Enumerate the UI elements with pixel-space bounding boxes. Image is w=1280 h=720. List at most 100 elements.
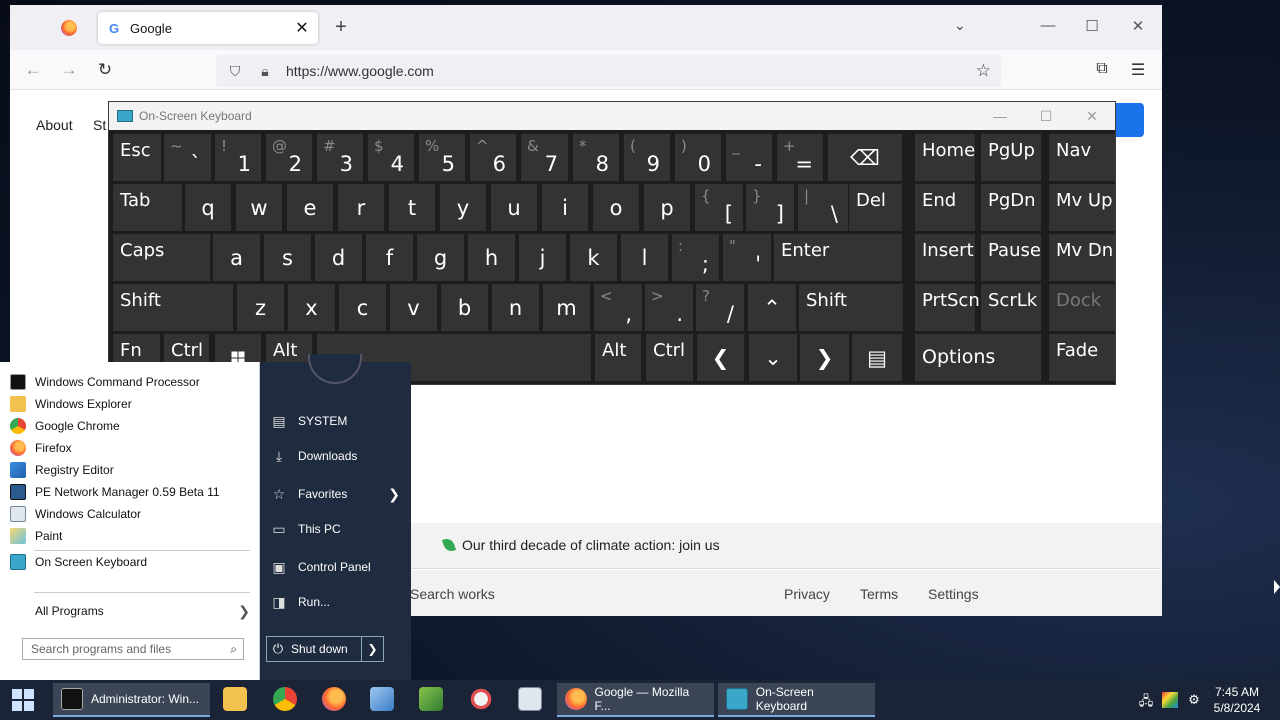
key-m[interactable]: m <box>543 284 590 331</box>
key-a[interactable]: a <box>213 234 260 281</box>
program-cmd[interactable]: Windows Command Processor <box>10 371 200 393</box>
key-7[interactable]: & 7 <box>521 134 568 181</box>
tab-google[interactable]: G Google ✕ <box>98 12 318 44</box>
key-9[interactable]: (9 <box>624 134 670 181</box>
key-8[interactable]: * 8 <box>573 134 619 181</box>
places-system[interactable]: ▤ SYSTEM <box>270 408 400 434</box>
new-tab-button[interactable]: + <box>330 15 352 39</box>
key-4[interactable]: $4 <box>368 134 414 181</box>
key-\[interactable]: | \ <box>798 184 848 231</box>
key-0[interactable]: ) 0 <box>675 134 721 181</box>
firefox-view-button[interactable] <box>54 15 84 41</box>
key-=[interactable]: + = <box>777 134 823 181</box>
key-q[interactable]: q <box>185 184 231 231</box>
maximize-icon[interactable]: ☐ <box>1082 17 1102 35</box>
places-favorites[interactable]: ☆ Favorites ❯ <box>270 481 400 507</box>
menu-hamburger-icon[interactable]: ☰ <box>1127 60 1149 80</box>
key-esc[interactable]: Esc <box>113 134 161 181</box>
taskbar-cmd-window[interactable]: Administrator: Win... <box>53 683 210 717</box>
program-osk[interactable]: On Screen Keyboard <box>10 551 147 573</box>
key-fade[interactable]: Fade <box>1049 334 1115 381</box>
program-regedit[interactable]: Registry Editor <box>10 459 114 481</box>
key-2[interactable]: @2 <box>266 134 312 181</box>
key-⌄[interactable]: ⌄ <box>749 334 797 381</box>
key-shift[interactable]: Shift <box>799 284 903 331</box>
close-icon[interactable]: ✕ <box>1069 108 1115 125</box>
network-tray-icon[interactable]: 🖧︎ <box>1138 692 1154 708</box>
key-5[interactable]: % 5 <box>419 134 465 181</box>
settings-link[interactable]: Settings <box>928 586 979 602</box>
key-[[interactable]: {[ <box>695 184 743 231</box>
paint-pinned-icon[interactable] <box>469 687 493 711</box>
editor-pinned-icon[interactable] <box>419 687 443 711</box>
key-home[interactable]: Home <box>915 134 975 181</box>
close-window-icon[interactable]: ✕ <box>1128 17 1148 35</box>
program-chrome[interactable]: Google Chrome <box>10 415 120 437</box>
lock-icon[interactable]: 🔒︎ <box>256 63 274 80</box>
maximize-icon[interactable]: ☐ <box>1023 108 1069 125</box>
key-.[interactable]: >. <box>645 284 693 331</box>
key-;[interactable]: :; <box>672 234 719 281</box>
key-pgup[interactable]: PgUp <box>981 134 1041 181</box>
key-prtscn[interactable]: PrtScn <box>915 284 980 331</box>
search-icon[interactable]: ⌕ <box>230 642 237 657</box>
key-tab[interactable]: Tab <box>113 184 182 231</box>
key-s[interactable]: s <box>264 234 311 281</box>
program-pe-network[interactable]: PE Network Manager 0.59 Beta 11 <box>10 481 220 503</box>
key-u[interactable]: u <box>491 184 537 231</box>
key-shift[interactable]: Shift <box>113 284 233 331</box>
key-,[interactable]: <, <box>594 284 642 331</box>
key-pause[interactable]: Pause <box>981 234 1041 281</box>
key-l[interactable]: l <box>621 234 668 281</box>
explorer-pinned-icon[interactable] <box>223 687 247 711</box>
places-downloads[interactable]: ⤓ Downloads <box>270 443 400 469</box>
key-ctrl[interactable]: Ctrl <box>646 334 693 381</box>
search-programs-input[interactable]: Search programs and files ⌕ <box>22 638 244 660</box>
key-options[interactable]: Options <box>915 334 1041 381</box>
key-mv-up[interactable]: Mv Up <box>1049 184 1115 231</box>
store-link[interactable]: St <box>93 117 106 133</box>
shutdown-options-chevron-icon[interactable]: ❯ <box>361 637 383 661</box>
clock[interactable]: 7:45 AM 5/8/2024 <box>1206 684 1268 716</box>
key--[interactable]: _ - <box>726 134 772 181</box>
key-z[interactable]: z <box>237 284 284 331</box>
key-end[interactable]: End <box>915 184 975 231</box>
key-'[interactable]: " ' <box>723 234 771 281</box>
key-e[interactable]: e <box>287 184 333 231</box>
program-firefox[interactable]: Firefox <box>10 437 72 459</box>
places-control-panel[interactable]: ▣ Control Panel <box>270 554 400 580</box>
key-n[interactable]: n <box>492 284 539 331</box>
all-programs-button[interactable]: All Programs ❯ <box>10 600 250 622</box>
key-nav[interactable]: Nav <box>1049 134 1115 181</box>
key-w[interactable]: w <box>236 184 282 231</box>
key-enter[interactable]: Enter <box>774 234 902 281</box>
osk-title-bar[interactable]: On-Screen Keyboard — ☐ ✕ <box>109 102 1115 130</box>
program-calculator[interactable]: Windows Calculator <box>10 503 141 525</box>
firefox-pinned-icon[interactable] <box>322 687 346 711</box>
key-del[interactable]: Del <box>849 184 902 231</box>
key-x[interactable]: x <box>288 284 335 331</box>
key-b[interactable]: b <box>441 284 488 331</box>
key-❯[interactable]: ❯ <box>800 334 849 381</box>
notifications-tray-icon[interactable]: ⚙︎ <box>1186 692 1202 708</box>
places-this-pc[interactable]: ▭ This PC <box>270 516 400 542</box>
key-o[interactable]: o <box>593 184 639 231</box>
key-`[interactable]: ~ ` <box>164 134 211 181</box>
extensions-icon[interactable]: ⧉ <box>1091 60 1113 78</box>
key-▤[interactable]: ▤ <box>852 334 902 381</box>
key-caps[interactable]: Caps <box>113 234 210 281</box>
key-t[interactable]: t <box>389 184 435 231</box>
key-3[interactable]: #3 <box>317 134 363 181</box>
key-pgdn[interactable]: PgDn <box>981 184 1041 231</box>
calculator-pinned-icon[interactable] <box>518 687 542 711</box>
key-i[interactable]: i <box>542 184 588 231</box>
list-tabs-chevron-icon[interactable]: ⌄ <box>954 17 966 34</box>
key-1[interactable]: ! 1 <box>215 134 261 181</box>
reload-icon[interactable]: ↻ <box>94 60 116 80</box>
forward-arrow-icon[interactable]: → <box>58 60 80 80</box>
taskbar-firefox-window[interactable]: Google — Mozilla F... <box>557 683 714 717</box>
key-j[interactable]: j <box>519 234 566 281</box>
program-paint[interactable]: Paint <box>10 525 62 547</box>
shield-icon[interactable]: ⛉ <box>226 63 244 80</box>
key-mv-dn[interactable]: Mv Dn <box>1049 234 1115 281</box>
